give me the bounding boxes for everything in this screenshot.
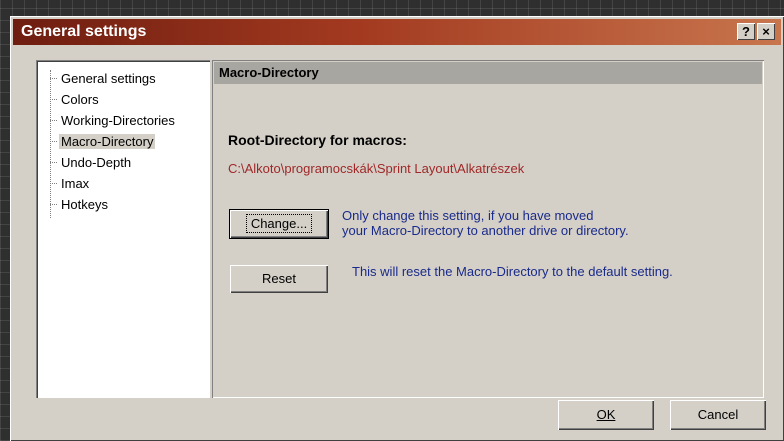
reset-button[interactable]: Reset [230, 265, 328, 293]
tree-item-label: Hotkeys [61, 196, 108, 212]
help-button[interactable]: ? [737, 23, 755, 40]
general-settings-dialog: General settings ? × General settings Co… [10, 16, 784, 441]
panel-header: Macro-Directory [214, 62, 762, 84]
tree-dash [50, 161, 57, 163]
macro-directory-path: C:\Alkoto\programocskák\Sprint Layout\Al… [228, 161, 525, 176]
tree-item-imax[interactable]: Imax [50, 175, 91, 191]
tree-item-undo-depth[interactable]: Undo-Depth [50, 154, 133, 170]
tree-item-hotkeys[interactable]: Hotkeys [50, 196, 110, 212]
cancel-button[interactable]: Cancel [670, 400, 766, 430]
macro-directory-panel: Macro-Directory Root-Directory for macro… [212, 60, 764, 398]
tree-dash [50, 140, 57, 142]
tree-dash [50, 203, 57, 205]
tree-dash [50, 182, 57, 184]
tree-item-label: Macro-Directory [59, 133, 156, 149]
title-bar[interactable]: General settings ? × [13, 19, 781, 45]
change-description: Only change this setting, if you have mo… [342, 208, 629, 238]
root-directory-label: Root-Directory for macros: [228, 132, 407, 148]
reset-description: This will reset the Macro-Directory to t… [352, 264, 673, 279]
change-button-label: Change... [245, 214, 313, 233]
tree-dash [50, 119, 57, 121]
tree-dash [50, 98, 57, 100]
panel-title: Macro-Directory [219, 65, 319, 80]
window-title: General settings [21, 23, 147, 40]
cancel-button-label: Cancel [697, 407, 739, 422]
settings-tree: General settings Colors Working-Director… [36, 60, 210, 398]
tree-item-label: General settings [61, 70, 156, 86]
change-description-line1: Only change this setting, if you have mo… [342, 208, 594, 223]
tree-item-general-settings[interactable]: General settings [50, 70, 158, 86]
tree-item-macro-directory[interactable]: Macro-Directory [50, 133, 156, 149]
change-button[interactable]: Change... [229, 209, 329, 239]
tree-item-colors[interactable]: Colors [50, 91, 101, 107]
tree-item-label: Undo-Depth [61, 154, 132, 170]
change-description-line2: your Macro-Directory to another drive or… [342, 223, 629, 238]
close-button[interactable]: × [757, 23, 775, 40]
tree-item-working-directories[interactable]: Working-Directories [50, 112, 177, 128]
tree-item-label: Imax [61, 175, 90, 191]
tree-item-label: Colors [61, 91, 99, 107]
ok-button-label: OK [596, 407, 616, 422]
tree-item-label: Working-Directories [61, 112, 175, 128]
tree-dash [50, 77, 57, 79]
ok-button[interactable]: OK [558, 400, 654, 430]
